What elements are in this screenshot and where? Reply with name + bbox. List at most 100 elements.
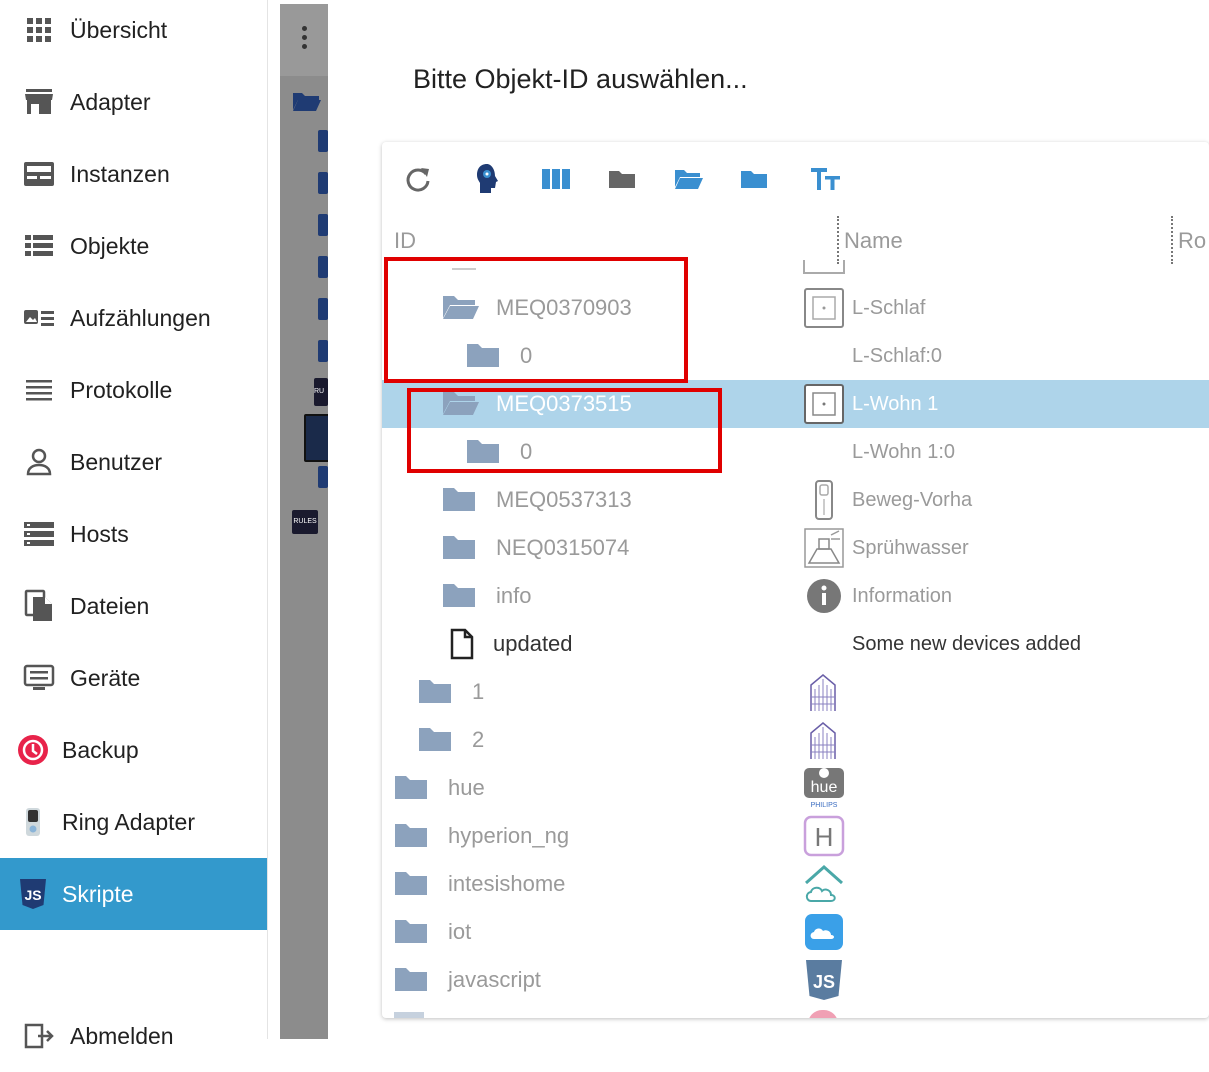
columns-button[interactable] xyxy=(539,162,573,196)
hyperion-icon: H xyxy=(803,815,845,857)
nav-label: Skripte xyxy=(62,880,134,907)
dialog-title: Bitte Objekt-ID auswählen... xyxy=(413,64,748,94)
more-vertical-icon[interactable] xyxy=(302,26,307,53)
folder-icon xyxy=(395,920,427,943)
folder-icon xyxy=(467,440,499,463)
tree-marker xyxy=(318,340,328,362)
enum-icon xyxy=(22,303,56,333)
table-row[interactable]: hue hue PHILIPS xyxy=(382,764,1209,812)
row-name: L-Wohn 1:0 xyxy=(852,441,956,463)
javascript-icon-text: JS xyxy=(813,972,835,992)
collapse-all-button[interactable] xyxy=(605,162,639,196)
nav-item-protokolle[interactable]: Protokolle xyxy=(0,354,267,426)
table-row[interactable]: updated Some new devices added xyxy=(382,620,1209,668)
nav-item-hosts[interactable]: Hosts xyxy=(0,498,267,570)
adapter-icon xyxy=(808,1010,838,1018)
hue-icon: hue PHILIPS xyxy=(804,768,844,809)
nav-item-benutzer[interactable]: Benutzer xyxy=(0,426,267,498)
table-row[interactable]: 0 L-Wohn 1:0 xyxy=(382,428,1209,476)
device-icon xyxy=(803,260,845,274)
row-name: Some new devices added xyxy=(852,633,1082,655)
row-id: MEQ0537313 xyxy=(496,487,632,512)
nav-label: Hosts xyxy=(70,520,129,547)
nav-label: Benutzer xyxy=(70,448,163,475)
table-row[interactable]: MEQ0370903 L-Schlaf xyxy=(382,284,1209,332)
table-row[interactable]: intesishome xyxy=(382,860,1209,908)
table-row[interactable] xyxy=(382,1004,1209,1018)
expert-mode-button[interactable] xyxy=(470,162,504,196)
js-icon: JS xyxy=(16,879,50,909)
table-row[interactable]: iot xyxy=(382,908,1209,956)
column-header-name[interactable]: Name xyxy=(844,228,903,254)
nav-label: Adapter xyxy=(70,88,151,115)
motion-sensor-icon xyxy=(815,480,833,520)
table-row[interactable] xyxy=(382,260,1209,274)
columns-icon xyxy=(542,169,570,189)
nav-item-geraete[interactable]: Geräte xyxy=(0,642,267,714)
row-id: 1 xyxy=(472,679,485,704)
table-row[interactable]: MEQ0537313 Beweg-Vorha xyxy=(382,476,1209,524)
table-row[interactable]: 1 xyxy=(382,668,1209,716)
hue-icon-text: hue xyxy=(811,779,838,796)
folder-icon xyxy=(395,968,427,991)
folder-icon xyxy=(394,1012,424,1018)
folder-button[interactable] xyxy=(737,162,771,196)
row-id: 0 xyxy=(520,343,533,368)
nav-item-uebersicht[interactable]: Übersicht xyxy=(0,0,267,66)
refresh-button[interactable] xyxy=(401,162,435,196)
folder-open-icon xyxy=(675,170,703,189)
row-id: hue xyxy=(448,775,485,800)
column-resize-handle[interactable] xyxy=(837,216,839,264)
nav-item-aufzaehlungen[interactable]: Aufzählungen xyxy=(0,282,267,354)
nav-label: Geräte xyxy=(70,664,141,691)
row-name: Sprühwasser xyxy=(852,537,969,559)
row-name: Information xyxy=(852,585,953,607)
tree-marker xyxy=(318,214,328,236)
grid-icon xyxy=(22,15,56,45)
nav-item-backup[interactable]: Backup xyxy=(0,714,267,786)
folder-open-icon xyxy=(443,296,479,319)
table-row[interactable]: javascript JS xyxy=(382,956,1209,1004)
table-row[interactable]: hyperion_ng H xyxy=(382,812,1209,860)
nav-label: Instanzen xyxy=(70,160,170,187)
nav-item-abmelden[interactable]: Abmelden xyxy=(0,1000,267,1072)
column-resize-handle[interactable] xyxy=(1171,216,1173,264)
ring-icon xyxy=(16,807,50,837)
intesis-icon xyxy=(805,864,843,902)
nav-item-ring-adapter[interactable]: Ring Adapter xyxy=(0,786,267,858)
table-row[interactable]: NEQ0315074 Sprühwasser xyxy=(382,524,1209,572)
table-row[interactable]: info Information xyxy=(382,572,1209,620)
folder-icon xyxy=(395,776,427,799)
row-name: L-Wohn 1 xyxy=(852,393,939,415)
table-row[interactable]: 2 xyxy=(382,716,1209,764)
refresh-icon xyxy=(406,168,430,192)
nav-item-objekte[interactable]: Objekte xyxy=(0,210,267,282)
nav-label: Objekte xyxy=(70,232,150,259)
table-row[interactable]: 0 L-Schlaf:0 xyxy=(382,332,1209,380)
nav-label: Backup xyxy=(62,736,139,763)
row-id: intesishome xyxy=(448,871,566,896)
rules-badge: RULES xyxy=(292,510,318,534)
backup-icon xyxy=(16,735,50,765)
tree-marker xyxy=(318,172,328,194)
column-header-role[interactable]: Ro xyxy=(1178,228,1206,254)
nav-label: Protokolle xyxy=(70,376,173,403)
log-icon xyxy=(22,375,56,405)
folder-icon xyxy=(452,268,476,270)
column-header-id[interactable]: ID xyxy=(394,228,416,254)
tree-marker xyxy=(318,130,328,152)
row-id: info xyxy=(496,583,532,608)
info-icon xyxy=(807,579,841,613)
nav-item-adapter[interactable]: Adapter xyxy=(0,66,267,138)
nav-item-instanzen[interactable]: Instanzen xyxy=(0,138,267,210)
row-id: iot xyxy=(448,919,472,944)
logout-icon xyxy=(22,1021,56,1051)
rules-badge: RU xyxy=(314,378,328,406)
row-id: NEQ0315074 xyxy=(496,535,630,560)
nav-item-skripte[interactable]: JS Skripte xyxy=(0,858,267,930)
text-size-button[interactable] xyxy=(809,162,843,196)
folder-icon xyxy=(443,488,475,511)
table-row-selected[interactable]: MEQ0373515 L-Wohn 1 xyxy=(382,380,1209,428)
expand-all-button[interactable] xyxy=(672,162,706,196)
nav-item-dateien[interactable]: Dateien xyxy=(0,570,267,642)
